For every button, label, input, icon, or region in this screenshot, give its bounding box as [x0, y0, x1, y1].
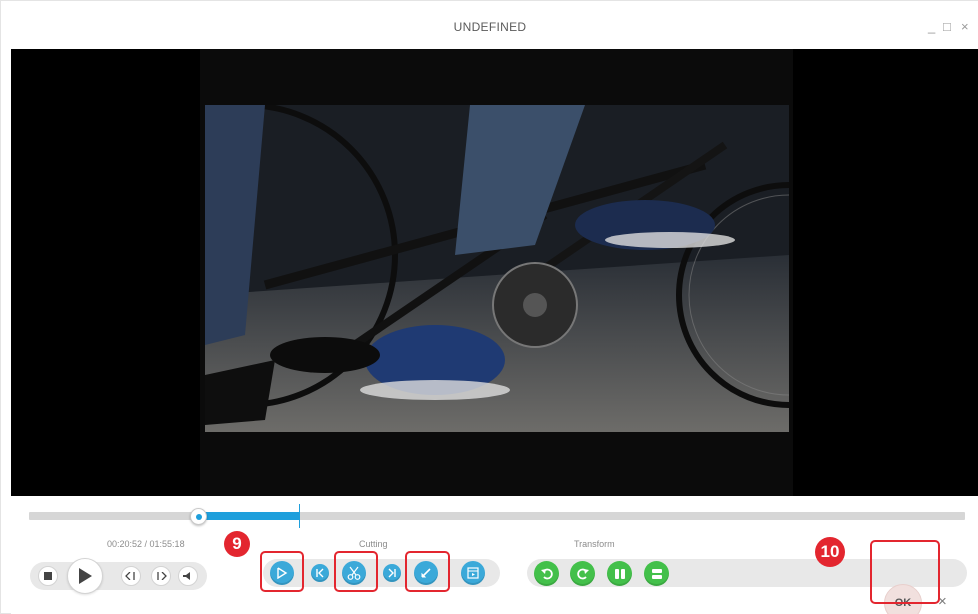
- go-to-end-button[interactable]: [383, 564, 401, 582]
- window-title: UNDEFINED: [453, 20, 527, 34]
- time-display: 00:20:52 / 01:55:18: [107, 539, 185, 549]
- stop-button[interactable]: [38, 566, 58, 586]
- playhead-handle[interactable]: [190, 508, 207, 525]
- timeline-selection: [199, 512, 300, 520]
- cutting-label: Cutting: [359, 539, 388, 549]
- callout-box-ok: [870, 540, 940, 604]
- flip-horizontal-button[interactable]: [607, 561, 632, 586]
- flip-vertical-icon: [651, 568, 662, 579]
- go-to-start-button[interactable]: [311, 564, 329, 582]
- volume-icon: [183, 572, 190, 580]
- rotate-right-button[interactable]: [570, 561, 595, 586]
- callout-badge-9: 9: [224, 531, 250, 557]
- rotate-left-button[interactable]: [534, 561, 559, 586]
- callout-badge-10: 10: [815, 537, 845, 567]
- close-window-button[interactable]: ×: [961, 20, 969, 33]
- editor-window: UNDEFINED _ □ × 00:20:52 / 01:55:18 Cutt…: [0, 0, 978, 614]
- stop-icon: [44, 572, 52, 580]
- step-back-icon: [125, 572, 135, 580]
- callout-box-mark: [260, 551, 304, 592]
- volume-button[interactable]: [178, 566, 198, 586]
- video-preview: [205, 105, 789, 432]
- minimize-button[interactable]: _: [928, 20, 935, 33]
- flip-horizontal-icon: [614, 568, 625, 579]
- title-bar: UNDEFINED _ □ ×: [1, 1, 978, 49]
- maximize-button[interactable]: □: [943, 20, 951, 33]
- timeline-track[interactable]: [29, 512, 965, 520]
- step-forward-button[interactable]: [151, 566, 171, 586]
- rotate-left-icon: [540, 568, 553, 579]
- step-back-button[interactable]: [121, 566, 141, 586]
- go-end-icon: [388, 568, 396, 578]
- step-forward-icon: [157, 572, 167, 580]
- rotate-right-icon: [576, 568, 589, 579]
- go-start-icon: [316, 568, 324, 578]
- preview-button[interactable]: [461, 561, 485, 585]
- preview-icon: [467, 567, 479, 579]
- play-button[interactable]: [67, 558, 103, 594]
- transform-label: Transform: [574, 539, 615, 549]
- callout-box-cut: [334, 551, 378, 592]
- video-frame-image: [205, 105, 789, 432]
- flip-vertical-button[interactable]: [644, 561, 669, 586]
- timeline-marker[interactable]: [299, 504, 300, 528]
- callout-box-edit: [405, 551, 450, 592]
- play-icon: [79, 568, 92, 584]
